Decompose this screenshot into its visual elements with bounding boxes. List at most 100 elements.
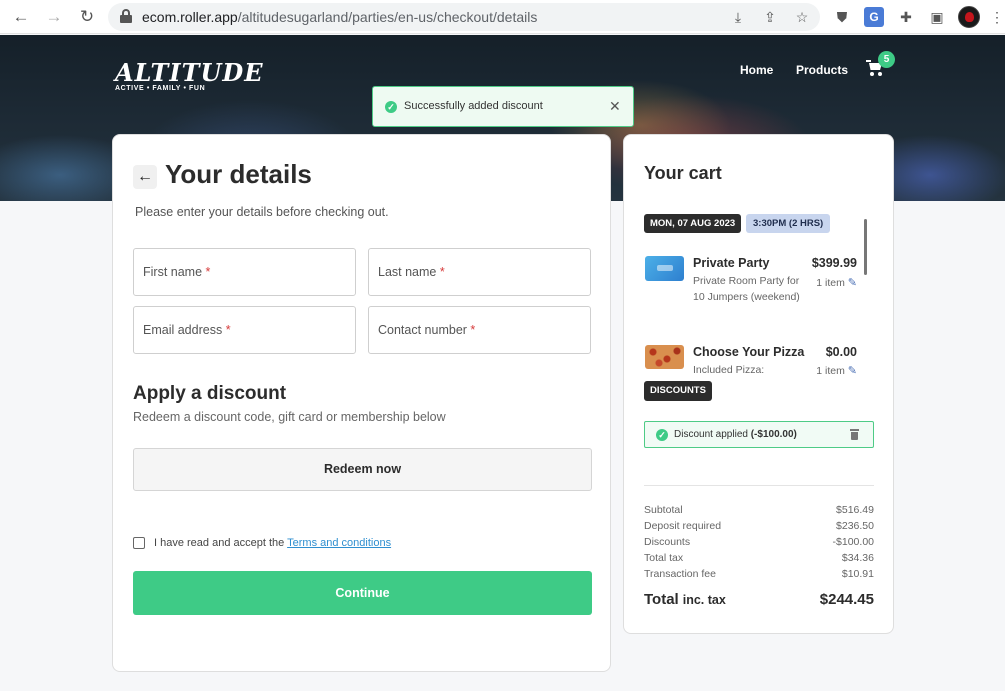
shield-icon[interactable]: ⛊ — [832, 7, 852, 27]
lock-icon[interactable] — [120, 9, 132, 23]
summary-value: $10.91 — [841, 568, 874, 580]
pencil-icon[interactable]: ✎ — [848, 365, 857, 377]
summary-label: Subtotal — [644, 504, 683, 516]
email-field[interactable]: Email address * — [133, 306, 356, 354]
back-button[interactable]: ← — [133, 165, 157, 189]
download-icon[interactable]: ⤓ — [728, 7, 748, 27]
more-vert-icon[interactable]: ⋮ — [990, 7, 1004, 27]
cart-count-badge: 5 — [878, 51, 895, 68]
email-placeholder: Email address * — [143, 323, 231, 337]
redeem-now-button[interactable]: Redeem now — [133, 448, 592, 491]
page-subtitle: Please enter your details before checkin… — [135, 205, 389, 219]
item-qty-text: 1 item — [816, 365, 845, 377]
logo-word: ALTITUDE — [115, 58, 264, 87]
terms-prefix: I have read and accept the — [154, 537, 285, 549]
total-inc-tax: inc. tax — [682, 593, 726, 607]
terms-checkbox[interactable] — [133, 537, 145, 549]
required-mark: * — [470, 323, 476, 337]
item-quantity[interactable]: 1 item ✎ — [816, 276, 857, 289]
check-circle-icon: ✓ — [385, 101, 397, 113]
cart-scrollbar[interactable] — [864, 219, 867, 275]
discount-amount: (-$100.00) — [750, 429, 797, 440]
summary-label: Deposit required — [644, 520, 722, 532]
total-label: Total inc. tax — [644, 591, 726, 608]
cart-card: Your cart MON, 07 AUG 2023 3:30PM (2 HRS… — [623, 134, 894, 634]
nav-products[interactable]: Products — [796, 63, 848, 77]
discount-subtitle: Redeem a discount code, gift card or mem… — [133, 410, 446, 424]
field-label: Contact number — [378, 323, 467, 337]
summary-value: -$100.00 — [832, 536, 874, 548]
item-qty-text: 1 item — [816, 277, 845, 289]
item-name: Private Party — [693, 256, 770, 270]
nav-home[interactable]: Home — [740, 63, 773, 77]
required-mark: * — [205, 265, 211, 279]
browser-toolbar: ← → ↻ ecom.roller.app/altitudesugarland/… — [0, 0, 1005, 34]
trash-icon[interactable] — [850, 429, 859, 440]
required-mark: * — [439, 265, 445, 279]
forward-arrow-icon[interactable]: → — [43, 6, 65, 28]
item-description: Private Room Party for 10 Jumpers (weeke… — [693, 275, 800, 303]
discount-heading: Apply a discount — [133, 383, 287, 404]
toast-message: Successfully added discount — [404, 100, 543, 112]
item-price: $399.99 — [811, 256, 857, 270]
altitude-logo[interactable]: ALTITUDE ACTIVE • FAMILY • FUN — [115, 58, 264, 92]
time-badge: 3:30PM (2 HRS) — [746, 214, 831, 233]
total-row: Total inc. tax $244.45 — [644, 591, 874, 611]
summary-row-subtotal: Subtotal $516.49 — [644, 504, 874, 520]
address-bar[interactable]: ecom.roller.app/altitudesugarland/partie… — [108, 3, 820, 31]
summary-label: Discounts — [644, 536, 691, 548]
summary-row-discounts: Discounts -$100.00 — [644, 536, 874, 552]
summary-divider — [644, 485, 874, 486]
item-quantity[interactable]: 1 item ✎ — [816, 364, 857, 377]
summary-label: Transaction fee — [644, 568, 716, 580]
share-icon[interactable]: ⇪ — [760, 7, 780, 27]
translate-icon[interactable]: G — [864, 7, 884, 27]
field-label: Last name — [378, 265, 437, 279]
first-name-field[interactable]: First name * — [133, 248, 356, 296]
details-card: ← Your details Please enter your details… — [112, 134, 611, 672]
total-value: $244.45 — [819, 591, 874, 608]
check-circle-icon: ✓ — [656, 429, 668, 441]
field-label: Email address — [143, 323, 223, 337]
required-mark: * — [225, 323, 231, 337]
item-name: Choose Your Pizza — [693, 345, 805, 359]
private-party-thumbnail — [645, 256, 684, 281]
url-host: ecom.roller.app — [142, 9, 238, 25]
page-title: Your details — [165, 159, 312, 189]
discount-applied-banner: ✓ Discount applied (-$100.00) — [644, 421, 874, 448]
item-price: $0.00 — [825, 345, 857, 359]
puzzle-icon[interactable]: ✚ — [896, 7, 916, 27]
summary-row-fee: Transaction fee $10.91 — [644, 568, 874, 584]
close-icon[interactable]: ✕ — [609, 98, 621, 115]
date-badge: MON, 07 AUG 2023 — [644, 214, 742, 233]
summary-row-deposit: Deposit required $236.50 — [644, 520, 874, 536]
terms-label: I have read and accept the Terms and con… — [154, 537, 391, 549]
back-arrow-icon[interactable]: ← — [10, 6, 32, 28]
last-name-placeholder: Last name * — [378, 265, 445, 279]
star-icon[interactable]: ☆ — [792, 7, 812, 27]
total-label-text: Total — [644, 591, 679, 608]
pizza-thumbnail — [645, 345, 684, 369]
summary-value: $236.50 — [836, 520, 874, 532]
discount-applied-text: Discount applied (-$100.00) — [674, 429, 797, 440]
summary-value: $516.49 — [836, 504, 874, 516]
continue-button[interactable]: Continue — [133, 571, 592, 615]
url-text[interactable]: ecom.roller.app/altitudesugarland/partie… — [142, 9, 537, 25]
sidebar-icon[interactable]: ▣ — [927, 7, 947, 27]
success-toast: ✓ Successfully added discount ✕ — [372, 86, 634, 127]
summary-value: $34.36 — [841, 552, 874, 564]
discount-applied-label: Discount applied — [674, 429, 748, 440]
last-name-field[interactable]: Last name * — [368, 248, 591, 296]
discounts-label: DISCOUNTS — [644, 381, 712, 401]
profile-avatar[interactable] — [958, 6, 980, 28]
field-label: First name — [143, 265, 203, 279]
url-path: /altitudesugarland/parties/en-us/checkou… — [237, 9, 538, 25]
summary-row-tax: Total tax $34.36 — [644, 552, 874, 568]
item-description: Included Pizza: — [693, 364, 765, 376]
cart-title: Your cart — [644, 163, 722, 183]
contact-number-placeholder: Contact number * — [378, 323, 475, 337]
pencil-icon[interactable]: ✎ — [848, 277, 857, 289]
contact-number-field[interactable]: Contact number * — [368, 306, 591, 354]
terms-link[interactable]: Terms and conditions — [287, 537, 391, 549]
reload-icon[interactable]: ↻ — [76, 6, 98, 28]
